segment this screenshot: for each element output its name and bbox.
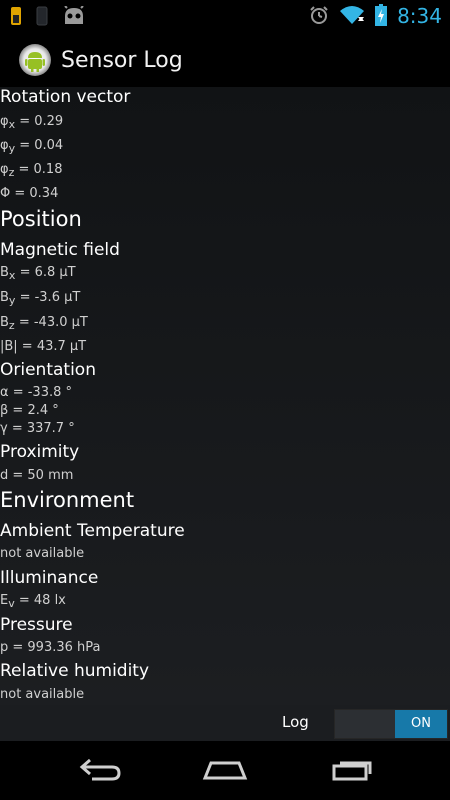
notification-icons [10, 5, 86, 30]
ambient-temperature-value: not available [0, 546, 85, 561]
screen: 8:34 Sensor Log Rotation vector φx = 0.2… [0, 0, 450, 800]
proximity-title: Proximity [0, 442, 80, 462]
navigation-bar [0, 741, 450, 800]
status-bar: 8:34 [0, 0, 450, 33]
recent-apps-button[interactable] [317, 751, 387, 791]
battery-charging-icon [375, 3, 388, 30]
home-button[interactable] [190, 751, 260, 791]
system-icons: 8:34 [309, 0, 442, 33]
log-toggle-on-thumb[interactable]: ON [395, 710, 447, 738]
app-title: Sensor Log [61, 48, 183, 73]
android-icon[interactable] [18, 43, 52, 77]
rotation-phi-x: φx = 0.29 [0, 114, 64, 131]
wifi-icon [339, 5, 365, 29]
orientation-beta: β = 2.4 ° [0, 403, 59, 418]
magnetic-by: By = -3.6 µT [0, 290, 81, 307]
orientation-title: Orientation [0, 360, 96, 380]
action-bar: Sensor Log [0, 33, 450, 89]
rotation-phi-y: φy = 0.04 [0, 138, 64, 155]
environment-section-title: Environment [0, 488, 135, 512]
proximity-distance: d = 50 mm [0, 468, 74, 483]
recent-apps-icon [330, 756, 374, 786]
log-label: Log [282, 713, 309, 731]
pressure-title: Pressure [0, 615, 73, 635]
magnetic-bz: Bz = -43.0 µT [0, 315, 88, 332]
alarm-icon [309, 5, 329, 29]
back-button[interactable] [65, 751, 135, 791]
magnetic-bx: Bx = 6.8 µT [0, 265, 76, 282]
relative-humidity-value: not available [0, 687, 85, 702]
magnetic-b-total: |B| = 43.7 µT [0, 339, 87, 354]
illuminance-value: Ev = 48 lx [0, 593, 66, 610]
relative-humidity-title: Relative humidity [0, 661, 150, 681]
sensor-list[interactable]: Rotation vector φx = 0.29 φy = 0.04 φz =… [0, 87, 450, 707]
android-debug-icon [62, 5, 86, 30]
magnetic-field-title: Magnetic field [0, 240, 120, 260]
clock: 8:34 [397, 4, 442, 28]
sim-toolkit-icon [10, 6, 22, 30]
log-bar: Log ON [0, 705, 450, 741]
position-section-title: Position [0, 207, 82, 231]
phone-icon [36, 6, 48, 30]
orientation-gamma: γ = 337.7 ° [0, 421, 75, 436]
ambient-temperature-title: Ambient Temperature [0, 521, 185, 541]
pressure-value: p = 993.36 hPa [0, 640, 101, 655]
log-toggle[interactable]: ON [334, 709, 448, 739]
orientation-alpha: α = -33.8 ° [0, 385, 72, 400]
rotation-vector-title: Rotation vector [0, 87, 131, 107]
rotation-phi-z: φz = 0.18 [0, 162, 63, 179]
illuminance-title: Illuminance [0, 568, 99, 588]
rotation-phi-total: Φ = 0.34 [0, 186, 59, 201]
back-icon [78, 757, 122, 785]
home-icon [201, 757, 249, 785]
